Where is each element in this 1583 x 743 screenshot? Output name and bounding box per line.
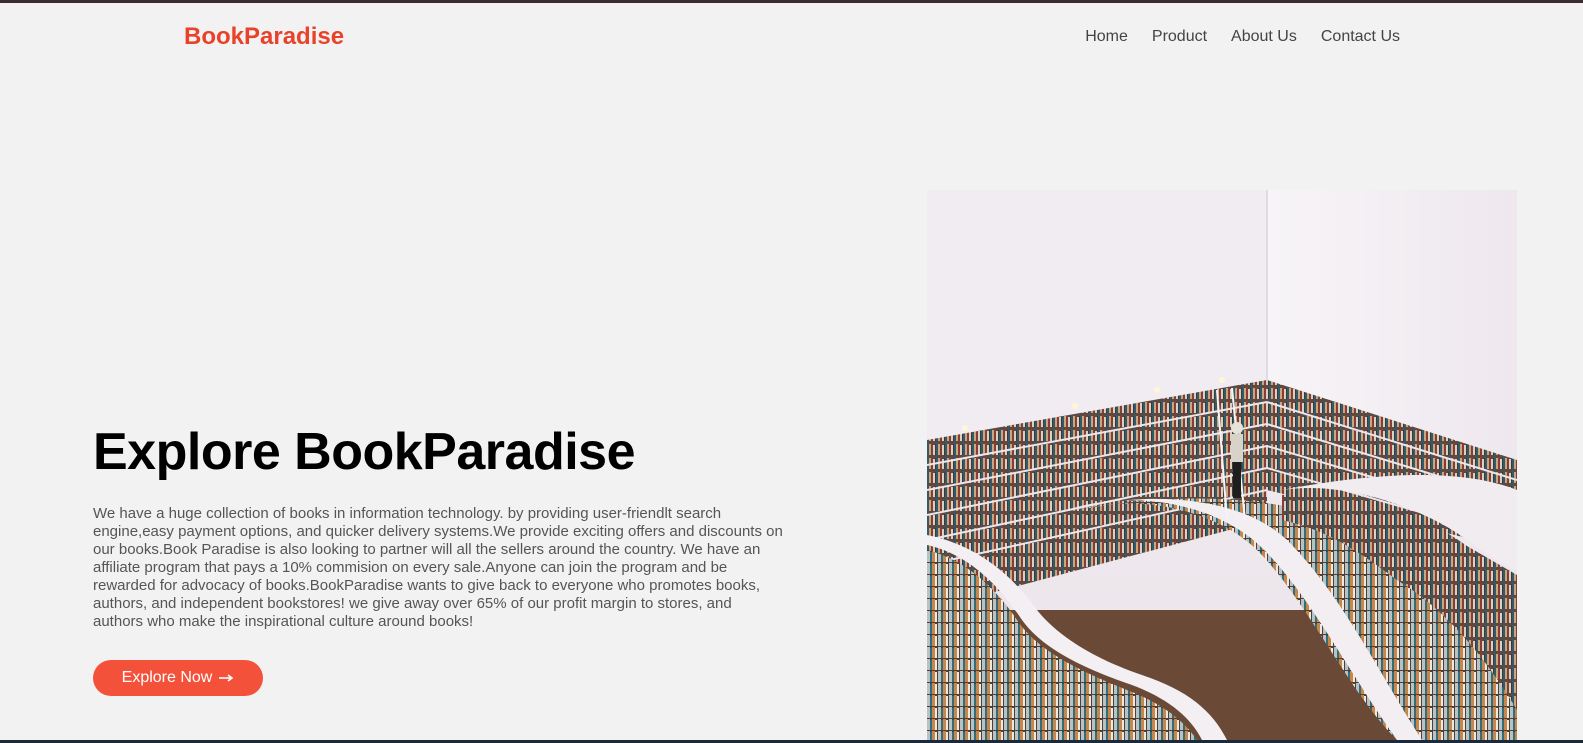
nav-links: Home Product About Us Contact Us [1085,28,1400,46]
hero-description: We have a huge collection of books in in… [93,505,783,630]
navbar: BookParadise Home Product About Us Conta… [0,3,1583,69]
explore-now-button[interactable]: Explore Now [93,660,263,696]
brand-logo[interactable]: BookParadise [184,23,344,51]
nav-link-about-us[interactable]: About Us [1231,28,1297,46]
arrow-right-icon [218,673,234,683]
hero-title: Explore BookParadise [93,423,636,481]
explore-now-label: Explore Now [121,669,213,686]
nav-link-contact-us[interactable]: Contact Us [1321,28,1400,46]
nav-link-product[interactable]: Product [1152,28,1207,46]
nav-link-home[interactable]: Home [1085,28,1128,46]
library-bookshelves-photo [927,190,1517,740]
landing-page: BookParadise Home Product About Us Conta… [0,0,1583,743]
